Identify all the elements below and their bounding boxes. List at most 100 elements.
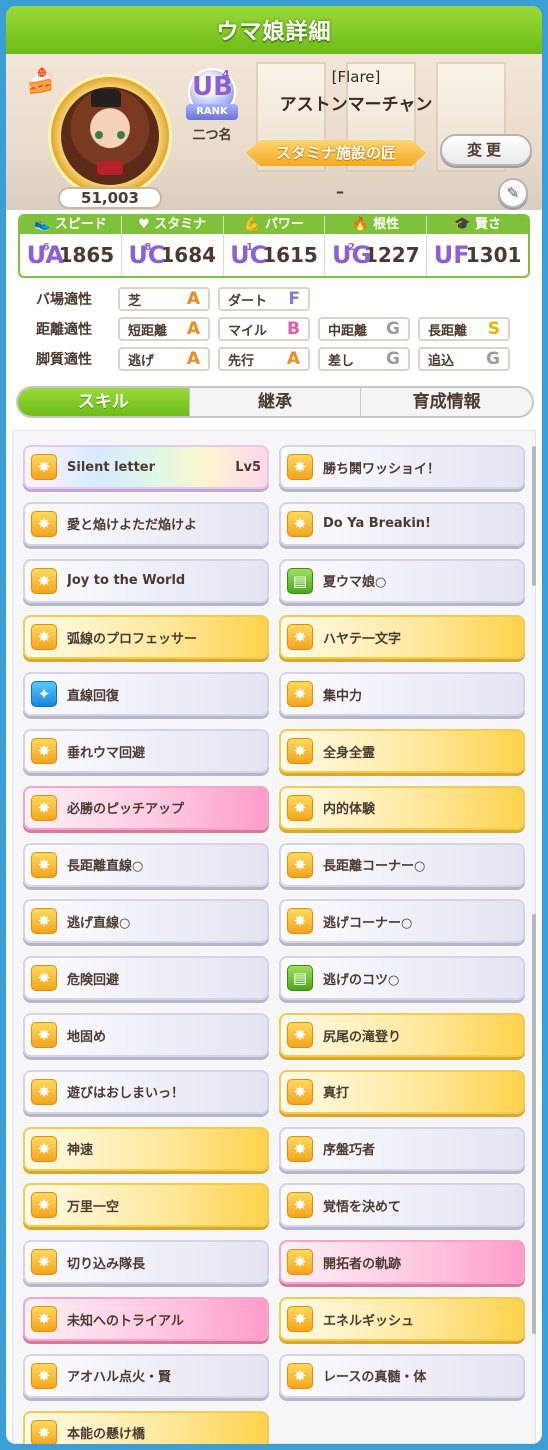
skill-item[interactable]: ✸ 真打: [279, 1069, 525, 1114]
skill-icon: ✸: [31, 1135, 57, 1162]
skill-name: 垂れウマ回避: [67, 745, 146, 761]
skill-item[interactable]: ✸ 逃げ直線○: [23, 899, 269, 944]
skill-item[interactable]: ✸ 全身全霊: [279, 729, 525, 773]
skill-icon: ✸: [31, 1192, 57, 1219]
skill-item[interactable]: ✸ 愛と焔けよただ焔けよ: [23, 501, 269, 546]
aptitude-name: 中距離: [328, 323, 368, 339]
page-title: ウマ娘詳細: [216, 20, 332, 45]
skill-icon: ✸: [31, 1022, 57, 1048]
skill-item[interactable]: ✸ 尻尾の滝登り: [279, 1013, 525, 1057]
eye: [95, 131, 103, 139]
stat-grade-num: 6: [42, 242, 50, 253]
skill-item[interactable]: ✸ 地固め: [23, 1013, 269, 1057]
skill-name: 長距離コーナー○: [323, 859, 426, 875]
skill-item[interactable]: ✸ 遊びはおしまいっ！: [23, 1069, 269, 1114]
skill-item[interactable]: ✸ 神速: [23, 1126, 269, 1171]
stat-label: 💪 パワー: [223, 216, 325, 234]
skill-icon: ✸: [31, 1306, 57, 1332]
skill-item[interactable]: ✦ 直線回復: [23, 672, 269, 717]
stat-label: 🎓 賢さ: [427, 216, 528, 234]
skill-list[interactable]: ✸ Silent letter Lv5 ✸ 勝ち鬨ワッショイ！ ✸ 愛と焔けよただ焔けよ ✸ D…: [12, 430, 536, 1444]
skill-item[interactable]: ✸ レースの真髄・体: [279, 1353, 525, 1398]
skill-icon: ✸: [287, 681, 313, 708]
skill-name: 逃げコーナー○: [323, 915, 413, 931]
shoe-icon: 👟: [34, 217, 51, 232]
skill-name: レースの真髄・体: [323, 1370, 427, 1386]
skill-item[interactable]: ✸ 序盤巧者: [279, 1126, 525, 1171]
skill-item[interactable]: ✸ 本能の懸け橋: [23, 1410, 269, 1444]
skill-item[interactable]: ✸ 弧線のプロフェッサー: [23, 615, 269, 660]
skill-icon: ✸: [31, 454, 57, 480]
stat-label-text: パワー: [264, 217, 304, 232]
character-epithet: [Flare]: [331, 68, 381, 86]
stat-grade-icon: UA 6: [27, 240, 64, 270]
stat-body: UA 6 1865: [20, 234, 121, 276]
skill-item[interactable]: ✸ 勝ち鬨ワッショイ！: [279, 445, 525, 489]
skill-item[interactable]: ✸ 未知へのトライアル: [23, 1297, 269, 1341]
stat-label: 🔥 根性: [325, 216, 427, 234]
skill-item[interactable]: ▤ 逃げのコツ○: [279, 956, 525, 1001]
aptitude-box: 長距離 S: [418, 317, 510, 341]
aptitude-label: 脚質適性: [36, 352, 92, 368]
skill-name: 本能の懸け橋: [67, 1427, 146, 1443]
skill-icon: ✸: [287, 454, 313, 480]
skill-icon: ✸: [287, 738, 313, 764]
heart-icon: ♥: [138, 217, 150, 232]
scrollbar-thumb[interactable]: [532, 914, 536, 1334]
aptitude-name: 差し: [328, 353, 355, 369]
title-bar: ウマ娘詳細: [6, 6, 542, 54]
stat-grade-num: 1: [246, 242, 254, 253]
skill-item[interactable]: ✸ 必勝のピッチアップ: [23, 785, 269, 830]
skill-item[interactable]: ✸ 長距離コーナー○: [279, 842, 525, 887]
aptitude-name: ダート: [228, 293, 268, 309]
aptitude-box: 追込 G: [418, 347, 510, 371]
skill-item[interactable]: ✸ 集中力: [279, 672, 525, 717]
green-icon: ▤: [287, 965, 313, 992]
change-title-button[interactable]: 変更: [440, 134, 532, 166]
skill-item[interactable]: ✸ 開拓者の軌跡: [279, 1240, 525, 1285]
stat-label-text: スピード: [54, 217, 107, 232]
aptitude-grade: A: [186, 319, 200, 339]
skill-icon: ✸: [287, 794, 313, 821]
skill-item[interactable]: ✸ 切り込み隊長: [23, 1240, 269, 1285]
skill-icon: ✸: [287, 1022, 313, 1048]
skill-icon: ✸: [287, 1362, 313, 1389]
rank-badge: UB 4 RANK: [186, 66, 238, 122]
scrollbar[interactable]: [532, 446, 536, 586]
stat-body: UG 2 1227: [325, 234, 426, 276]
edit-button[interactable]: ✎: [498, 178, 528, 208]
tab-training-info[interactable]: 育成情報: [361, 388, 532, 416]
skill-name: 必勝のピッチアップ: [67, 802, 185, 818]
skill-item[interactable]: ✸ アオハル点火・賢: [23, 1353, 269, 1398]
stat-4: 🎓 賢さ UF 1301: [427, 216, 528, 276]
aptitude-box: マイル B: [218, 317, 310, 341]
skill-item[interactable]: ✸ 垂れウマ回避: [23, 729, 269, 773]
skill-icon: ✸: [31, 567, 57, 594]
skill-item[interactable]: ✸ 逃げコーナー○: [279, 899, 525, 944]
skill-item[interactable]: ✸ 危険回避: [23, 956, 269, 1001]
skill-item[interactable]: ✸ 万里一空: [23, 1183, 269, 1228]
skill-item[interactable]: ✸ Do Ya Breakin!: [279, 501, 525, 546]
skill-icon: ✸: [287, 1306, 313, 1332]
skill-name: 内的体験: [323, 802, 376, 818]
tab-skills[interactable]: スキル: [18, 388, 190, 416]
skill-item[interactable]: ✸ 覚悟を決めて: [279, 1183, 525, 1228]
skill-item[interactable]: ✸ エネルギッシュ: [279, 1297, 525, 1341]
skill-item[interactable]: ✸ ハヤテ一文字: [279, 615, 525, 660]
skill-name: Silent letter: [67, 459, 156, 475]
stats-panel: 👟 スピード UA 6 1865 ♥ スタミナ UC 8 1684 💪 パワー UC 1 1615 🔥 …: [18, 214, 530, 278]
aptitude-box: 逃げ A: [118, 347, 210, 371]
aptitude-row-distance: 距離適性 短距離 A マイル B 中距離 G 長距離 S: [36, 317, 518, 341]
arm-icon: 💪: [244, 217, 261, 232]
skill-item[interactable]: ▤ 夏ウマ娘○: [279, 558, 525, 603]
skill-item[interactable]: ✸ 長距離直線○: [23, 842, 269, 887]
skill-item[interactable]: ✸ Joy to the World: [23, 558, 269, 603]
tab-inheritance[interactable]: 継承: [190, 388, 362, 416]
portrait-frame[interactable]: [48, 74, 172, 198]
skill-item[interactable]: ✸ Silent letter Lv5: [23, 445, 269, 489]
skill-icon: ✸: [287, 510, 313, 537]
stat-3: 🔥 根性 UG 2 1227: [325, 216, 428, 276]
detail-window: ウマ娘詳細 🍰 51,003 UB 4 RANK 二つ名 [Flare] アスト…: [6, 6, 542, 1444]
stat-label-text: 根性: [373, 217, 400, 232]
skill-item[interactable]: ✸ 内的体験: [279, 785, 525, 830]
